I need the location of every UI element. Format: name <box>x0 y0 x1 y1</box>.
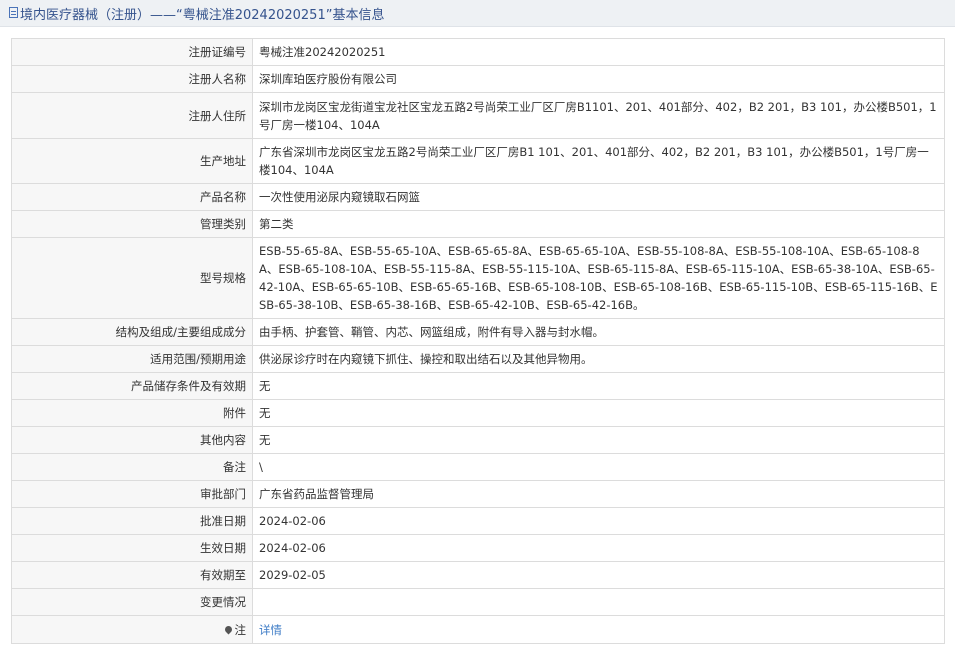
row-label: 产品储存条件及有效期 <box>11 372 253 400</box>
table-row: 产品名称 一次性使用泌尿内窥镜取石网篮 <box>11 183 945 211</box>
row-value: 第二类 <box>252 210 945 238</box>
row-value: ESB-55-65-8A、ESB-55-65-10A、ESB-65-65-8A、… <box>252 237 945 319</box>
row-value: 深圳库珀医疗股份有限公司 <box>252 65 945 93</box>
row-value <box>252 588 945 616</box>
table-row: 注册证编号 粤械注准20242020251 <box>11 38 945 66</box>
row-value: \ <box>252 453 945 481</box>
note-row: 注 详情 <box>11 615 945 644</box>
row-label: 附件 <box>11 399 253 427</box>
row-label: 型号规格 <box>11 237 253 319</box>
table-row: 注册人住所 深圳市龙岗区宝龙街道宝龙社区宝龙五路2号尚荣工业厂区厂房B1101、… <box>11 92 945 139</box>
row-label: 审批部门 <box>11 480 253 508</box>
row-value: 粤械注准20242020251 <box>252 38 945 66</box>
row-label: 其他内容 <box>11 426 253 454</box>
row-value: 2029-02-05 <box>252 561 945 589</box>
table-row: 生产地址 广东省深圳市龙岗区宝龙五路2号尚荣工业厂区厂房B1 101、201、4… <box>11 138 945 184</box>
row-value: 供泌尿诊疗时在内窥镜下抓住、操控和取出结石以及其他异物用。 <box>252 345 945 373</box>
details-link[interactable]: 详情 <box>259 623 282 637</box>
note-label: 注 <box>234 622 247 637</box>
row-label: 生产地址 <box>11 138 253 184</box>
row-value: 深圳市龙岗区宝龙街道宝龙社区宝龙五路2号尚荣工业厂区厂房B1101、201、40… <box>252 92 945 139</box>
table-row: 审批部门 广东省药品监督管理局 <box>11 480 945 508</box>
row-value: 2024-02-06 <box>252 507 945 535</box>
info-table: 注册证编号 粤械注准20242020251 注册人名称 深圳库珀医疗股份有限公司… <box>11 38 945 644</box>
table-row: 备注 \ <box>11 453 945 481</box>
row-label: 适用范围/预期用途 <box>11 345 253 373</box>
row-label: 变更情况 <box>11 588 253 616</box>
row-label: 注册人住所 <box>11 92 253 139</box>
row-label: 管理类别 <box>11 210 253 238</box>
table-row: 生效日期 2024-02-06 <box>11 534 945 562</box>
table-row: 其他内容 无 <box>11 426 945 454</box>
row-label: 结构及组成/主要组成成分 <box>11 318 253 346</box>
table-row: 批准日期 2024-02-06 <box>11 507 945 535</box>
row-label: 注册证编号 <box>11 38 253 66</box>
row-value: 广东省深圳市龙岗区宝龙五路2号尚荣工业厂区厂房B1 101、201、401部分、… <box>252 138 945 184</box>
row-label: 有效期至 <box>11 561 253 589</box>
table-row: 型号规格 ESB-55-65-8A、ESB-55-65-10A、ESB-65-6… <box>11 237 945 319</box>
row-label: 产品名称 <box>11 183 253 211</box>
table-row: 管理类别 第二类 <box>11 210 945 238</box>
table-row: 变更情况 <box>11 588 945 616</box>
table-row: 结构及组成/主要组成成分 由手柄、护套管、鞘管、内芯、网篮组成，附件有导入器与封… <box>11 318 945 346</box>
table-row: 有效期至 2029-02-05 <box>11 561 945 589</box>
pin-icon <box>223 624 233 634</box>
table-row: 产品储存条件及有效期 无 <box>11 372 945 400</box>
row-label: 批准日期 <box>11 507 253 535</box>
page-title: 境内医疗器械（注册）——“粤械注准20242020251”基本信息 <box>20 7 385 23</box>
row-value: 2024-02-06 <box>252 534 945 562</box>
table-row: 附件 无 <box>11 399 945 427</box>
table-row: 适用范围/预期用途 供泌尿诊疗时在内窥镜下抓住、操控和取出结石以及其他异物用。 <box>11 345 945 373</box>
page-header: 境内医疗器械（注册）——“粤械注准20242020251”基本信息 <box>0 0 955 27</box>
row-value: 无 <box>252 372 945 400</box>
note-label-cell: 注 <box>11 615 253 644</box>
row-label: 注册人名称 <box>11 65 253 93</box>
row-value: 无 <box>252 426 945 454</box>
row-value: 一次性使用泌尿内窥镜取石网篮 <box>252 183 945 211</box>
row-value: 广东省药品监督管理局 <box>252 480 945 508</box>
document-icon <box>9 6 18 18</box>
row-value: 由手柄、护套管、鞘管、内芯、网篮组成，附件有导入器与封水帽。 <box>252 318 945 346</box>
row-value: 无 <box>252 399 945 427</box>
table-row: 注册人名称 深圳库珀医疗股份有限公司 <box>11 65 945 93</box>
row-label: 备注 <box>11 453 253 481</box>
row-label: 生效日期 <box>11 534 253 562</box>
note-value: 详情 <box>252 615 945 644</box>
